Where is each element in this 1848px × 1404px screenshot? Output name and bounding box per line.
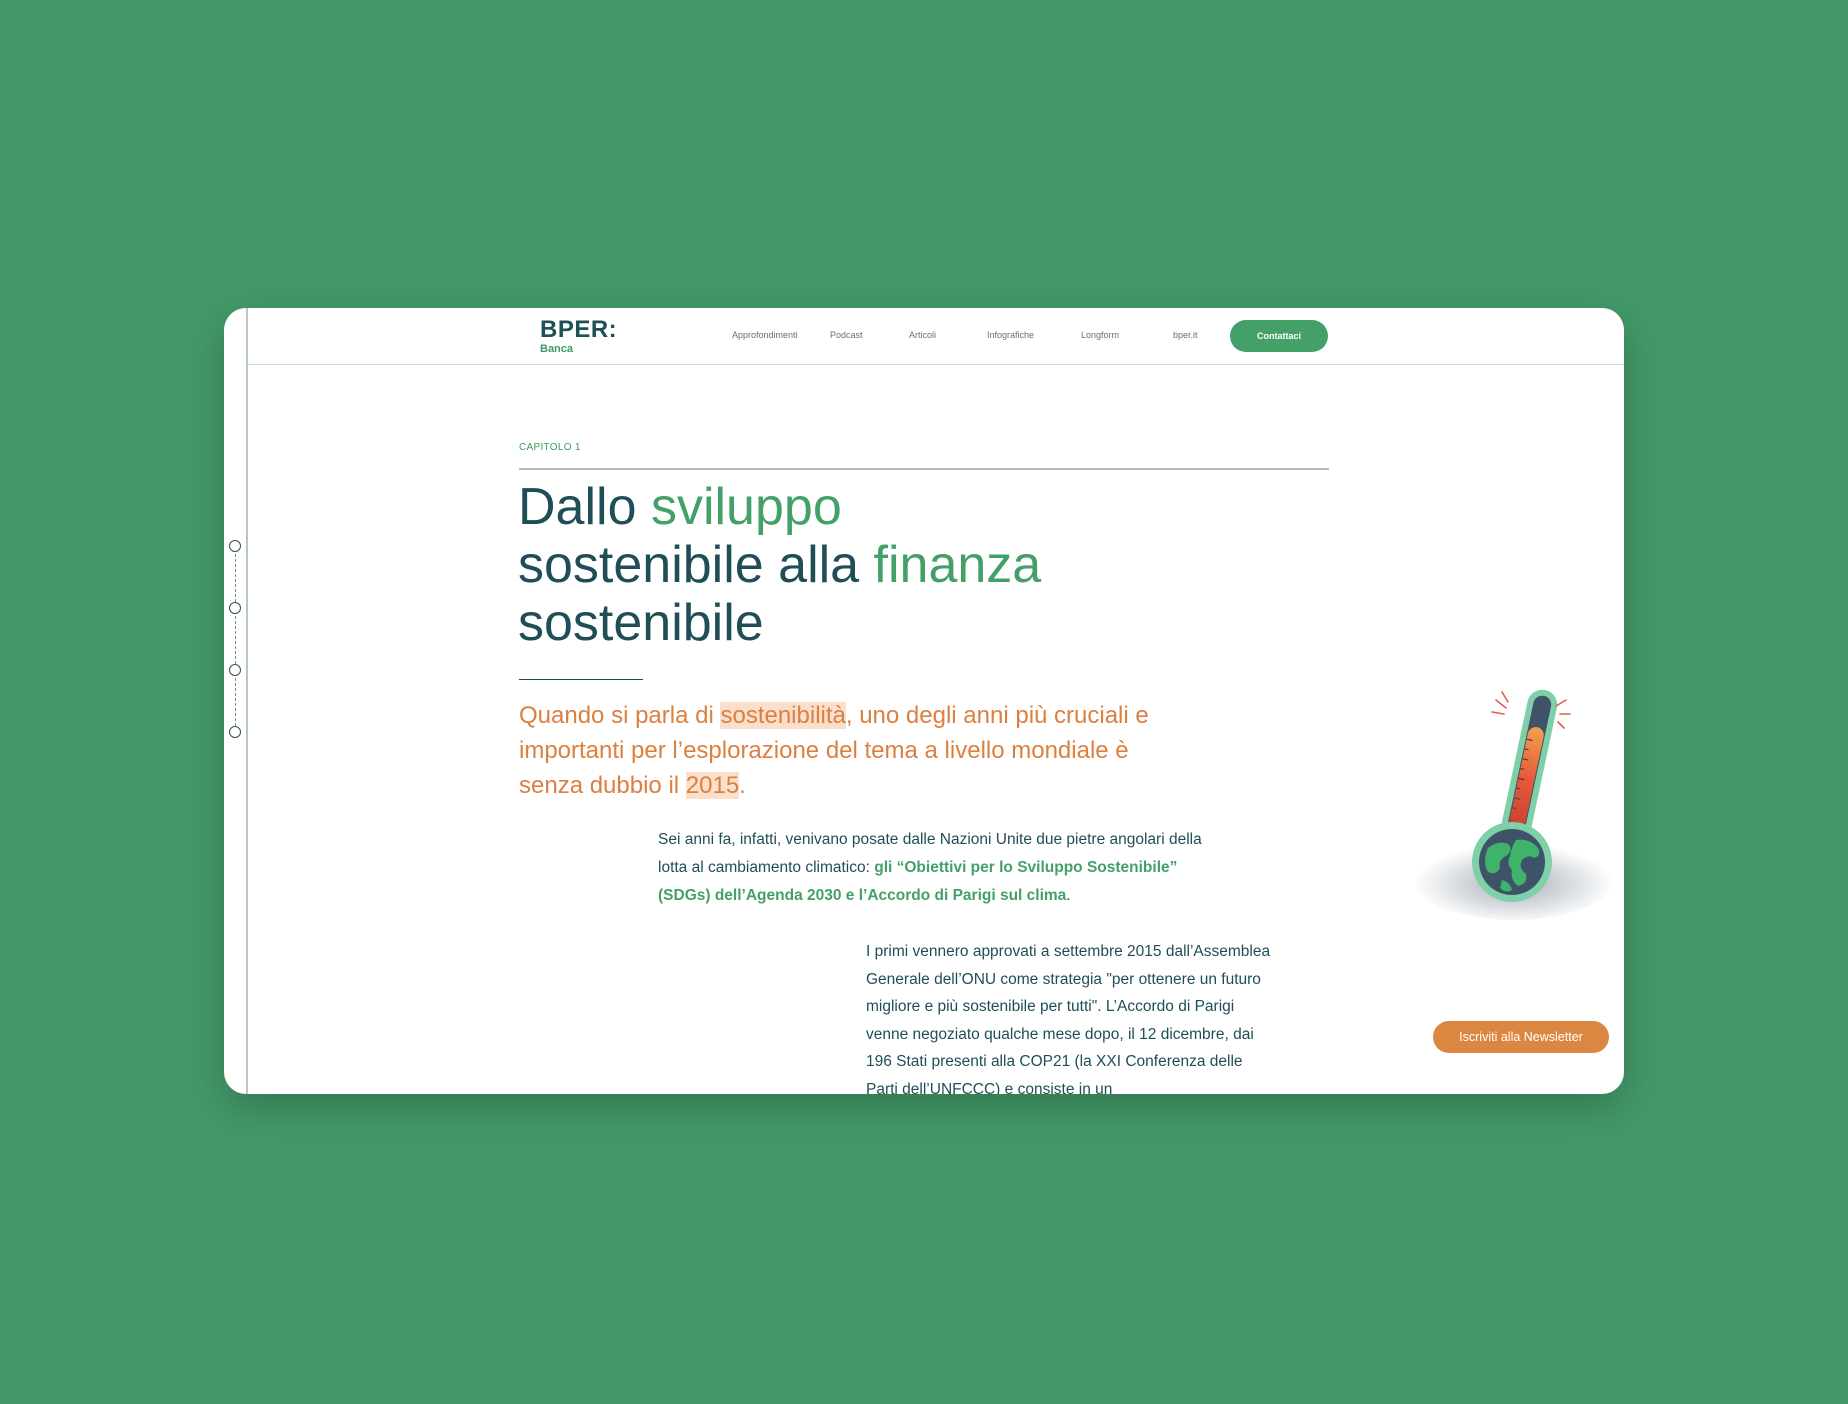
nav-bper-it[interactable]: bper.it — [1173, 330, 1198, 340]
browser-window: BPER: Banca Approfondimenti Podcast Arti… — [224, 308, 1624, 1094]
title-underline — [519, 679, 643, 680]
nav-longform[interactable]: Longform — [1081, 330, 1119, 340]
thermometer-earth-icon — [1414, 689, 1614, 920]
divider — [519, 468, 1329, 470]
lead-text: . — [739, 772, 746, 799]
body-paragraph-2: I primi vennero approvati a settembre 20… — [866, 943, 1271, 1094]
site-header: BPER: Banca Approfondimenti Podcast Arti… — [248, 308, 1624, 365]
chapter-3-dot[interactable] — [229, 664, 241, 676]
logo-subtitle: Banca — [540, 343, 574, 355]
lead-text: Quando si parla di — [519, 702, 721, 729]
chapter-progress-rail — [224, 308, 248, 1094]
chapter-4-dot[interactable] — [229, 726, 241, 738]
chapter-label: CAPITOLO 1 — [519, 442, 581, 453]
progress-dash — [235, 678, 236, 726]
title-text: sostenibile — [518, 594, 764, 652]
title-highlight: sviluppo — [650, 478, 842, 536]
nav-approfondimenti[interactable]: Approfondimenti — [732, 330, 798, 340]
nav-infografiche[interactable]: Infografiche — [987, 330, 1034, 340]
title-text: sostenibile alla — [518, 536, 874, 594]
chapter-2-dot[interactable] — [229, 602, 241, 614]
body-text: . — [1066, 887, 1071, 904]
chapter-1-dot[interactable] — [229, 540, 241, 552]
progress-dash — [235, 554, 236, 602]
logo-wordmark: BPER: — [540, 316, 618, 343]
contact-button[interactable]: Contattaci — [1230, 320, 1328, 352]
body-paragraph-1: Sei anni fa, infatti, venivano posate da… — [658, 826, 1218, 910]
bper-logo[interactable]: BPER: Banca — [540, 318, 617, 356]
lead-highlight: sostenibilità — [720, 702, 846, 729]
nav-articoli[interactable]: Articoli — [909, 330, 936, 340]
lead-paragraph: Quando si parla di sostenibilità, uno de… — [519, 698, 1199, 803]
newsletter-button[interactable]: Iscriviti alla Newsletter — [1433, 1021, 1609, 1053]
title-highlight: finanza — [873, 536, 1042, 594]
title-text: Dallo — [518, 478, 651, 536]
nav-podcast[interactable]: Podcast — [830, 330, 863, 340]
page-title: Dallo sviluppo sostenibile alla finanza … — [518, 478, 1218, 652]
lead-highlight: 2015 — [685, 772, 740, 799]
progress-dash — [235, 616, 236, 664]
